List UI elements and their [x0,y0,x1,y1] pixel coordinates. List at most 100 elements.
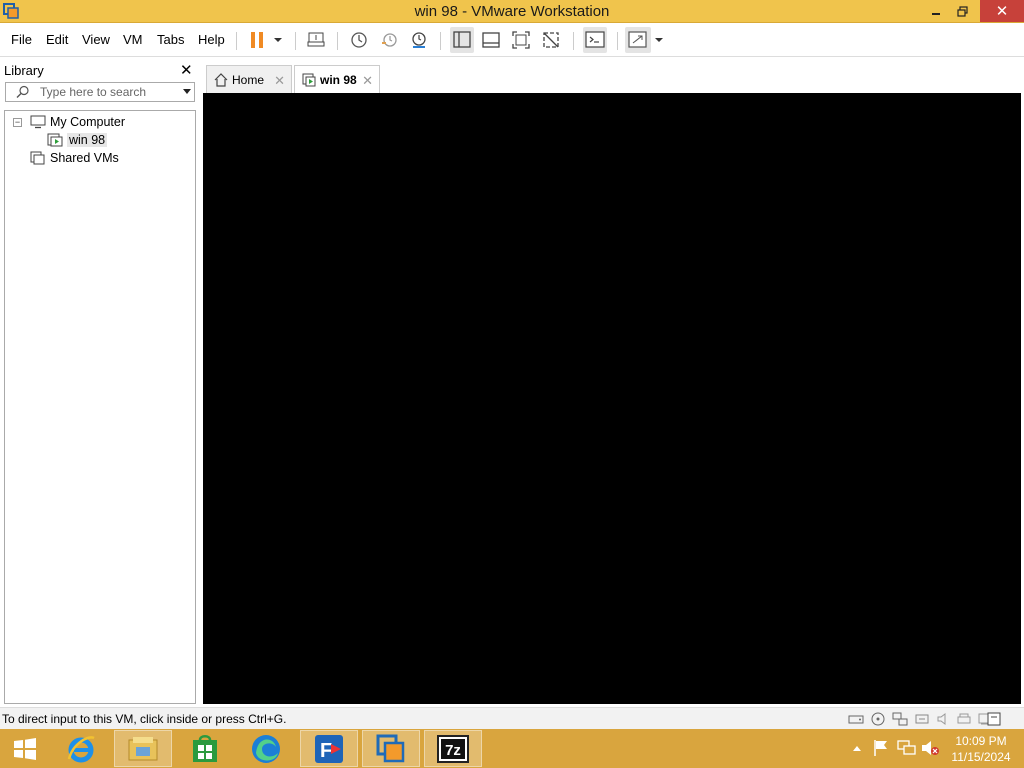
cd-dvd-icon[interactable] [870,712,886,726]
close-icon[interactable]: ✕ [362,73,373,89]
taskbar-internet-explorer[interactable] [52,730,110,767]
menu-tabs[interactable]: Tabs [157,32,184,47]
stretch-dropdown-button[interactable] [653,29,665,51]
minimize-button[interactable] [922,0,950,22]
home-icon [214,72,228,87]
search-input[interactable] [40,84,176,100]
send-ctrl-alt-del-button[interactable] [306,29,326,51]
sound-card-icon[interactable] [936,712,952,726]
vm-console-screen[interactable] [203,93,1021,704]
file-explorer-icon [128,736,158,760]
action-center-flag-icon[interactable] [873,739,889,757]
toolbar-separator [573,32,574,50]
tree-item-my-computer[interactable]: − My Computer [13,113,125,131]
power-dropdown-button[interactable] [271,29,285,51]
close-icon: ✕ [995,3,1009,20]
system-clock[interactable]: 10:09 PM 11/15/2024 [946,733,1016,765]
shared-vms-icon [30,151,45,165]
library-tree: − My Computer win 98 Shared VMs [4,110,196,704]
vm-icon [302,73,316,86]
toolbar-separator [337,32,338,50]
toolbar-separator [440,32,441,50]
full-screen-icon [512,31,530,49]
printer-icon[interactable] [956,712,972,726]
search-icon [16,85,29,98]
tree-item-label: Shared VMs [50,151,119,165]
tree-item-win98[interactable]: win 98 [47,131,108,149]
toolbar-separator [236,32,237,50]
pause-button[interactable] [248,29,266,51]
taskbar-file-explorer[interactable] [114,730,172,767]
snapshot-manager-icon [412,32,426,48]
svg-text:F: F [320,740,332,762]
console-view-button[interactable] [583,27,607,53]
thumbnail-bar-icon [482,32,500,48]
7zip-label: 7z [445,742,461,759]
tab-win98[interactable]: win 98 ✕ [294,65,380,93]
snapshot-manager-button[interactable] [409,29,429,51]
library-panel: Library ✕ − My Computer win 98 Shared VM… [0,57,200,707]
taskbar-edge[interactable] [237,730,295,767]
internet-explorer-icon [67,735,95,762]
close-icon: ✕ [180,62,193,79]
show-thumbnail-bar-button[interactable] [481,29,501,51]
tree-item-shared-vms[interactable]: Shared VMs [30,149,119,167]
collapse-icon[interactable]: − [13,117,22,127]
taskbar-store[interactable] [176,730,234,767]
toolbar-separator [295,32,296,50]
volume-muted-icon[interactable] [921,739,941,757]
tree-item-label: win 98 [67,133,108,147]
computer-icon [30,115,46,129]
send-keys-icon [307,32,325,47]
hard-disk-icon[interactable] [848,712,864,726]
menu-view[interactable]: View [82,32,110,47]
taskbar-vmware[interactable] [362,730,420,767]
revert-snapshot-icon [382,33,397,47]
status-message: To direct input to this VM, click inside… [2,712,287,726]
show-library-button[interactable] [450,27,474,53]
network-icon[interactable] [897,739,917,757]
menu-edit[interactable]: Edit [46,32,68,47]
revert-snapshot-button[interactable] [379,29,399,51]
unity-button[interactable] [541,29,561,51]
menu-bar: File Edit View VM Tabs Help [0,23,1024,57]
usb-icon[interactable] [914,712,930,726]
snapshot-icon [351,32,367,48]
take-snapshot-button[interactable] [349,29,369,51]
library-close-button[interactable]: ✕ [180,61,193,79]
unity-icon [543,32,559,48]
show-hidden-icons[interactable] [852,744,862,752]
clock-date: 11/15/2024 [951,750,1011,764]
title-bar: win 98 - VMware Workstation ✕ [0,0,1024,23]
pause-icon [251,32,263,48]
clock-time: 10:09 PM [955,734,1007,748]
filezilla-icon: F [315,734,343,763]
stretch-guest-button[interactable] [625,27,651,53]
tab-label: Home [232,72,265,87]
vm-running-icon [47,133,63,147]
tree-item-label: My Computer [50,115,126,129]
taskbar: F 7z 10:09 PM 11/15/2024 [0,729,1024,768]
restore-button[interactable] [950,0,975,22]
restore-icon [957,5,968,17]
menu-help[interactable]: Help [198,32,225,47]
vmware-icon [376,734,405,762]
library-search [5,82,195,102]
minimize-icon [932,13,940,15]
taskbar-7zip[interactable]: 7z [424,730,482,767]
window-title: win 98 - VMware Workstation [414,3,610,20]
tab-home[interactable]: Home ✕ [206,65,292,93]
windows-start-icon [14,737,36,760]
taskbar-filezilla[interactable]: F [300,730,358,767]
close-button[interactable]: ✕ [980,0,1024,22]
chevron-down-icon [655,38,663,42]
menu-file[interactable]: File [11,32,32,47]
message-log-icon[interactable] [986,712,1002,726]
search-dropdown-icon[interactable] [183,89,191,94]
menu-vm[interactable]: VM [123,32,143,47]
store-icon [193,734,217,762]
start-button[interactable] [0,730,50,767]
network-adapter-icon[interactable] [892,712,908,726]
full-screen-button[interactable] [511,29,531,51]
close-icon[interactable]: ✕ [274,73,285,89]
